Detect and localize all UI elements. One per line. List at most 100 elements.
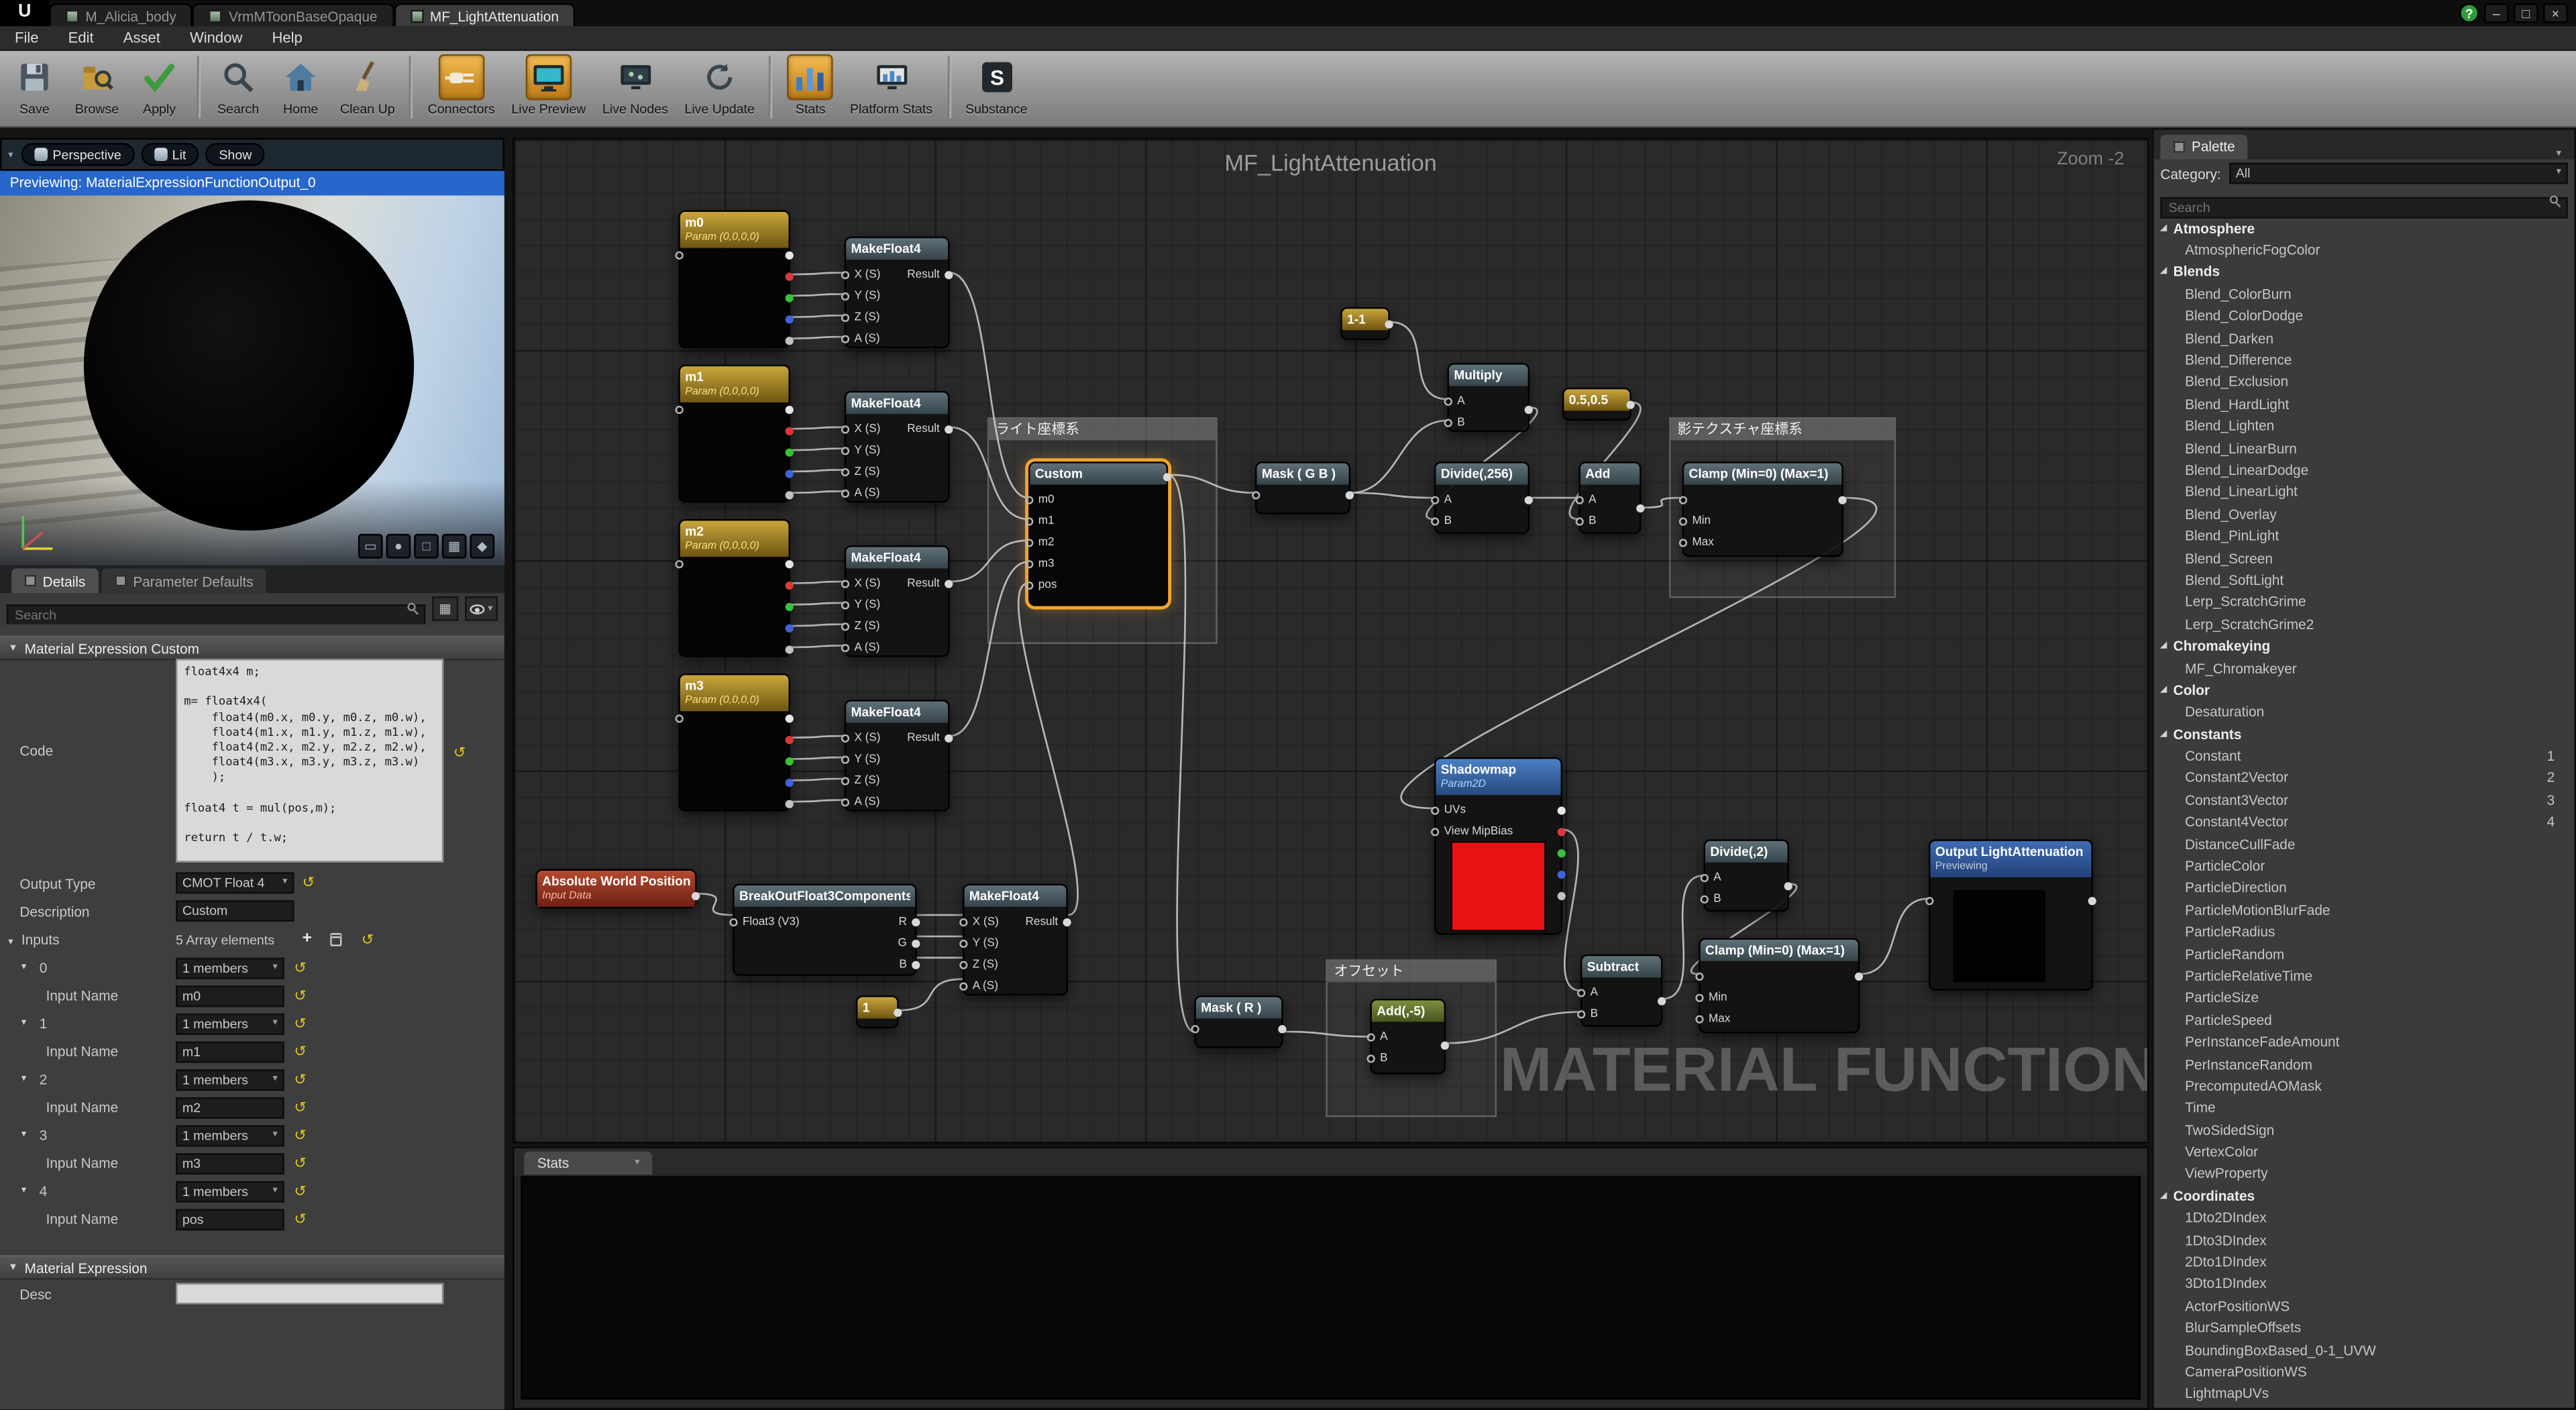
output-pin[interactable] [912, 918, 920, 926]
palette-item-camerapositionws[interactable]: CameraPositionWS [2154, 1361, 2571, 1383]
output-pin[interactable] [786, 337, 794, 345]
expand-arrow-icon[interactable]: ▾ [21, 1128, 26, 1140]
input-pin[interactable] [841, 580, 849, 588]
reset-icon[interactable]: ↺ [453, 746, 466, 761]
graph-node-maskr[interactable]: Mask ( R ) [1194, 995, 1283, 1048]
graph-node-m2[interactable]: m2Param (0,0,0,0) [678, 519, 790, 657]
palette-item-twosidedsign[interactable]: TwoSidedSign [2154, 1119, 2571, 1141]
input-pin[interactable] [676, 714, 684, 722]
input-pin[interactable] [841, 314, 849, 322]
category-dropdown[interactable]: All ▾ [2229, 162, 2568, 184]
input-pin[interactable] [1701, 874, 1709, 882]
output-pin[interactable] [1385, 321, 1393, 329]
view-options-icon[interactable]: ▾ [465, 596, 498, 621]
graph-node-m3[interactable]: m3Param (0,0,0,0) [678, 673, 790, 812]
preview-shape-cylinder-icon[interactable]: ▭ [358, 534, 383, 559]
output-pin[interactable] [1558, 871, 1566, 879]
output-pin[interactable] [786, 470, 794, 478]
input-pin[interactable] [1444, 398, 1452, 406]
help-icon[interactable]: ? [2459, 3, 2479, 23]
tab-parameter-defaults[interactable]: Parameter Defaults [102, 568, 266, 593]
output-pin[interactable] [1784, 882, 1792, 890]
input-pin[interactable] [1431, 517, 1439, 525]
members-dropdown[interactable]: 1 members▾ [176, 1069, 284, 1091]
palette-item-blend-pinlight[interactable]: Blend_PinLight [2154, 525, 2571, 547]
palette-item-mf-chromakeyer[interactable]: MF_Chromakeyer [2154, 657, 2571, 679]
asset-tab-mf-lightattenuation[interactable]: MF_LightAttenuation [394, 3, 575, 26]
output-pin[interactable] [1558, 892, 1566, 900]
maximize-icon[interactable]: □ [2514, 3, 2538, 23]
toolbar-search-button[interactable]: Search [207, 51, 270, 117]
palette-item-1dto3dindex[interactable]: 1Dto3DIndex [2154, 1229, 2571, 1251]
add-element-icon[interactable]: + [303, 932, 312, 948]
graph-panel[interactable]: MF_LightAttenuation Zoom -2 MATERIAL FUN… [513, 138, 2149, 1144]
toolbar-live-nodes-button[interactable]: Live Nodes [594, 51, 677, 117]
reset-icon[interactable]: ↺ [294, 1045, 306, 1060]
output-pin[interactable] [786, 625, 794, 633]
menu-file[interactable]: File [0, 25, 54, 50]
output-pin[interactable] [1558, 849, 1566, 857]
input-pin[interactable] [841, 622, 849, 631]
input-pin[interactable] [1025, 496, 1033, 504]
output-pin[interactable] [2088, 897, 2096, 905]
input-pin[interactable] [1679, 496, 1687, 504]
graph-node-multiply[interactable]: MultiplyAB [1448, 363, 1529, 432]
menu-window[interactable]: Window [175, 25, 257, 50]
palette-item-blend-lighten[interactable]: Blend_Lighten [2154, 415, 2571, 437]
output-pin[interactable] [1558, 828, 1566, 836]
input-pin[interactable] [676, 560, 684, 568]
toolbar-save-button[interactable]: Save [3, 51, 66, 117]
graph-node-mf4_3[interactable]: MakeFloat4X (S)Y (S)Z (S)A (S)Result [845, 700, 950, 812]
toolbar-clean-up-button[interactable]: Clean Up [332, 51, 403, 117]
preview-shape-sphere-icon[interactable]: ● [386, 534, 411, 559]
output-pin[interactable] [1626, 401, 1634, 409]
palette-item-particlesize[interactable]: ParticleSize [2154, 987, 2571, 1009]
output-pin[interactable] [1838, 496, 1846, 504]
preview-shape-cube-icon[interactable]: ▦ [442, 534, 467, 559]
output-pin[interactable] [786, 406, 794, 414]
output-pin[interactable] [945, 735, 953, 743]
output-pin[interactable] [786, 273, 794, 281]
output-pin[interactable] [786, 757, 794, 765]
input-pin[interactable] [1577, 989, 1585, 997]
palette-item-constant2vector[interactable]: Constant2Vector2 [2154, 767, 2571, 789]
reset-icon[interactable]: ↺ [303, 875, 315, 890]
output-pin[interactable] [1855, 973, 1863, 981]
input-pin[interactable] [1695, 1015, 1703, 1023]
graph-node-mf4_0[interactable]: MakeFloat4X (S)Y (S)Z (S)A (S)Result [845, 237, 950, 349]
details-search-input[interactable] [7, 604, 425, 626]
graph-node-awp[interactable]: Absolute World PositionInput Data [535, 869, 696, 909]
palette-item-blend-linearburn[interactable]: Blend_LinearBurn [2154, 437, 2571, 459]
graph-node-breakout[interactable]: BreakOutFloat3ComponentsFloat3 (V3)RGB [733, 884, 916, 976]
chevron-down-icon[interactable]: ▾ [2557, 148, 2568, 159]
graph-node-div256[interactable]: Divide(,256)AB [1434, 462, 1529, 534]
output-pin[interactable] [912, 961, 920, 969]
palette-item-perinstancefadeamount[interactable]: PerInstanceFadeAmount [2154, 1031, 2571, 1053]
desc-field[interactable] [176, 1283, 443, 1305]
code-input[interactable]: float4x4 m; m= float4x4( float4(m0.x, m0… [176, 659, 443, 863]
asset-tab-vrmmtoonbaseopaque[interactable]: VrmMToonBaseOpaque [193, 3, 394, 26]
input-pin[interactable] [959, 940, 967, 948]
palette-item-distancecullfade[interactable]: DistanceCullFade [2154, 832, 2571, 855]
palette-item-blend-darken[interactable]: Blend_Darken [2154, 327, 2571, 349]
tab-palette[interactable]: Palette [2160, 135, 2248, 160]
graph-node-mf4_2[interactable]: MakeFloat4X (S)Y (S)Z (S)A (S)Result [845, 545, 950, 657]
graph-node-m1[interactable]: m1Param (0,0,0,0) [678, 365, 790, 503]
output-pin[interactable] [1658, 997, 1666, 1006]
preview-shape-custom-icon[interactable]: ◆ [470, 534, 494, 559]
input-pin[interactable] [1025, 560, 1033, 568]
toolbar-live-preview-button[interactable]: Live Preview [503, 51, 594, 117]
palette-item-blend-difference[interactable]: Blend_Difference [2154, 349, 2571, 371]
palette-item-particlecolor[interactable]: ParticleColor [2154, 855, 2571, 877]
palette-item-blursampleoffsets[interactable]: BlurSampleOffsets [2154, 1317, 2571, 1339]
palette-item-time[interactable]: Time [2154, 1097, 2571, 1119]
input-pin[interactable] [1025, 517, 1033, 525]
input-name-field[interactable]: m0 [176, 985, 284, 1007]
close-icon[interactable]: × [2543, 3, 2568, 23]
input-pin[interactable] [959, 918, 967, 926]
description-field[interactable]: Custom [176, 900, 294, 922]
expand-arrow-icon[interactable]: ▾ [21, 961, 26, 973]
palette-item-1dto2dindex[interactable]: 1Dto2DIndex [2154, 1207, 2571, 1229]
property-matrix-icon[interactable]: ▦ [432, 596, 458, 621]
palette-item-desaturation[interactable]: Desaturation [2154, 701, 2571, 723]
